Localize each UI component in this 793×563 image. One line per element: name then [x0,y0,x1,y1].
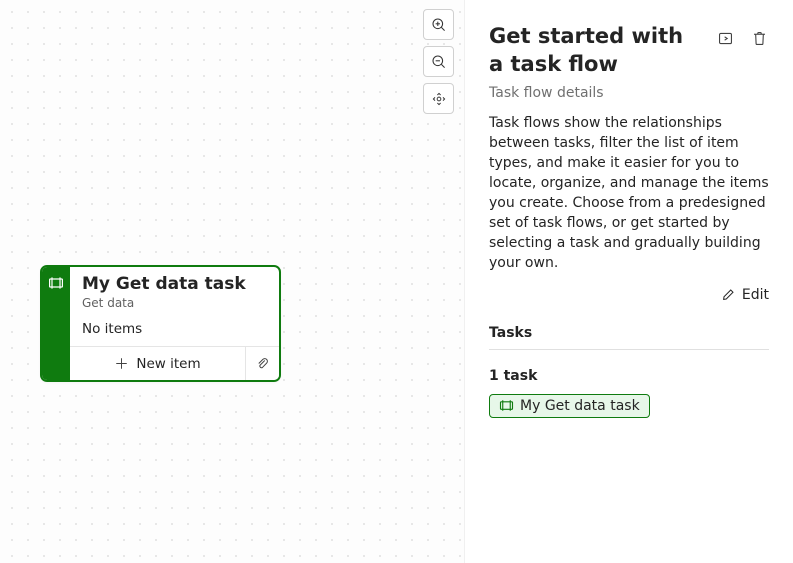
task-card-footer: New item [70,346,279,380]
task-chip[interactable]: My Get data task [489,394,650,418]
attach-item-button[interactable] [245,347,279,380]
fit-to-screen-icon [431,91,447,107]
panel-description: Task flows show the relationships betwee… [489,113,769,273]
zoom-out-button[interactable] [423,46,454,77]
new-item-button[interactable]: New item [70,347,245,380]
open-in-icon [717,30,734,47]
panel-subtitle: Task flow details [489,85,769,101]
task-card-body: My Get data task Get data No items New i… [70,267,279,380]
task-card-accent [42,267,70,380]
fit-to-screen-button[interactable] [423,83,454,114]
task-card[interactable]: My Get data task Get data No items New i… [40,265,281,382]
task-card-type: Get data [82,296,267,310]
zoom-in-button[interactable] [423,9,454,40]
open-in-button[interactable] [715,28,735,48]
task-card-title: My Get data task [82,274,267,295]
task-card-items: No items [82,321,267,337]
attachment-icon [255,356,270,371]
zoom-in-icon [431,17,447,33]
zoom-out-icon [431,54,447,70]
task-flow-canvas[interactable]: My Get data task Get data No items New i… [0,0,465,563]
panel-title: Get started with a task flow [489,22,704,79]
pencil-icon [721,287,736,302]
edit-label: Edit [742,287,769,303]
details-panel: Get started with a task flow Task flow d… [465,0,793,563]
trash-icon [751,30,768,47]
task-count: 1 task [489,368,769,384]
new-item-label: New item [136,356,200,372]
edit-button[interactable]: Edit [721,287,769,303]
zoom-controls [423,9,454,114]
task-flow-icon [499,398,514,413]
tasks-section-header: Tasks [489,325,769,350]
delete-button[interactable] [749,28,769,48]
plus-icon [114,356,129,371]
task-flow-icon [48,275,64,291]
task-chip-label: My Get data task [520,398,640,414]
